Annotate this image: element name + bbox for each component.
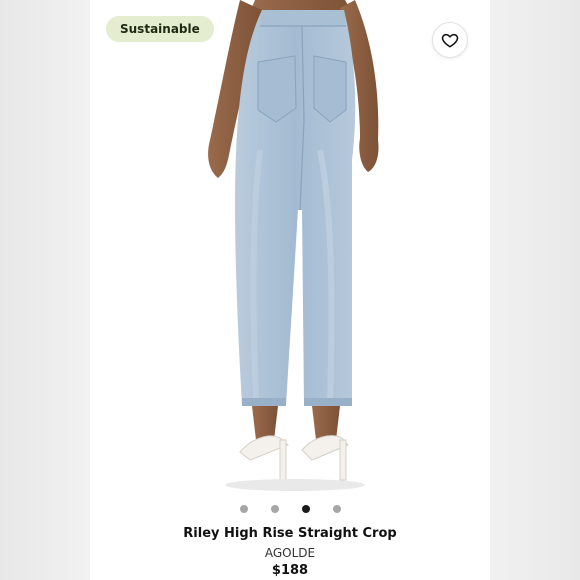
product-card[interactable]: Sustainable Riley High Rise Straight Cro… [90, 0, 490, 580]
carousel-dot-4[interactable] [332, 505, 341, 513]
carousel-dot-2[interactable] [270, 505, 279, 513]
product-price: $188 [271, 563, 309, 578]
product-brand[interactable]: AGOLDE [90, 546, 490, 560]
background-right [490, 0, 580, 580]
image-carousel-dots [90, 505, 490, 513]
product-image[interactable] [90, 0, 490, 495]
product-title[interactable]: Riley High Rise Straight Crop [90, 526, 490, 541]
favorite-button[interactable] [432, 22, 468, 58]
background-left [0, 0, 90, 580]
carousel-dot-3-active[interactable] [301, 505, 310, 513]
heart-icon [441, 33, 459, 48]
sustainable-badge: Sustainable [106, 16, 214, 42]
carousel-dot-1[interactable] [239, 505, 248, 513]
